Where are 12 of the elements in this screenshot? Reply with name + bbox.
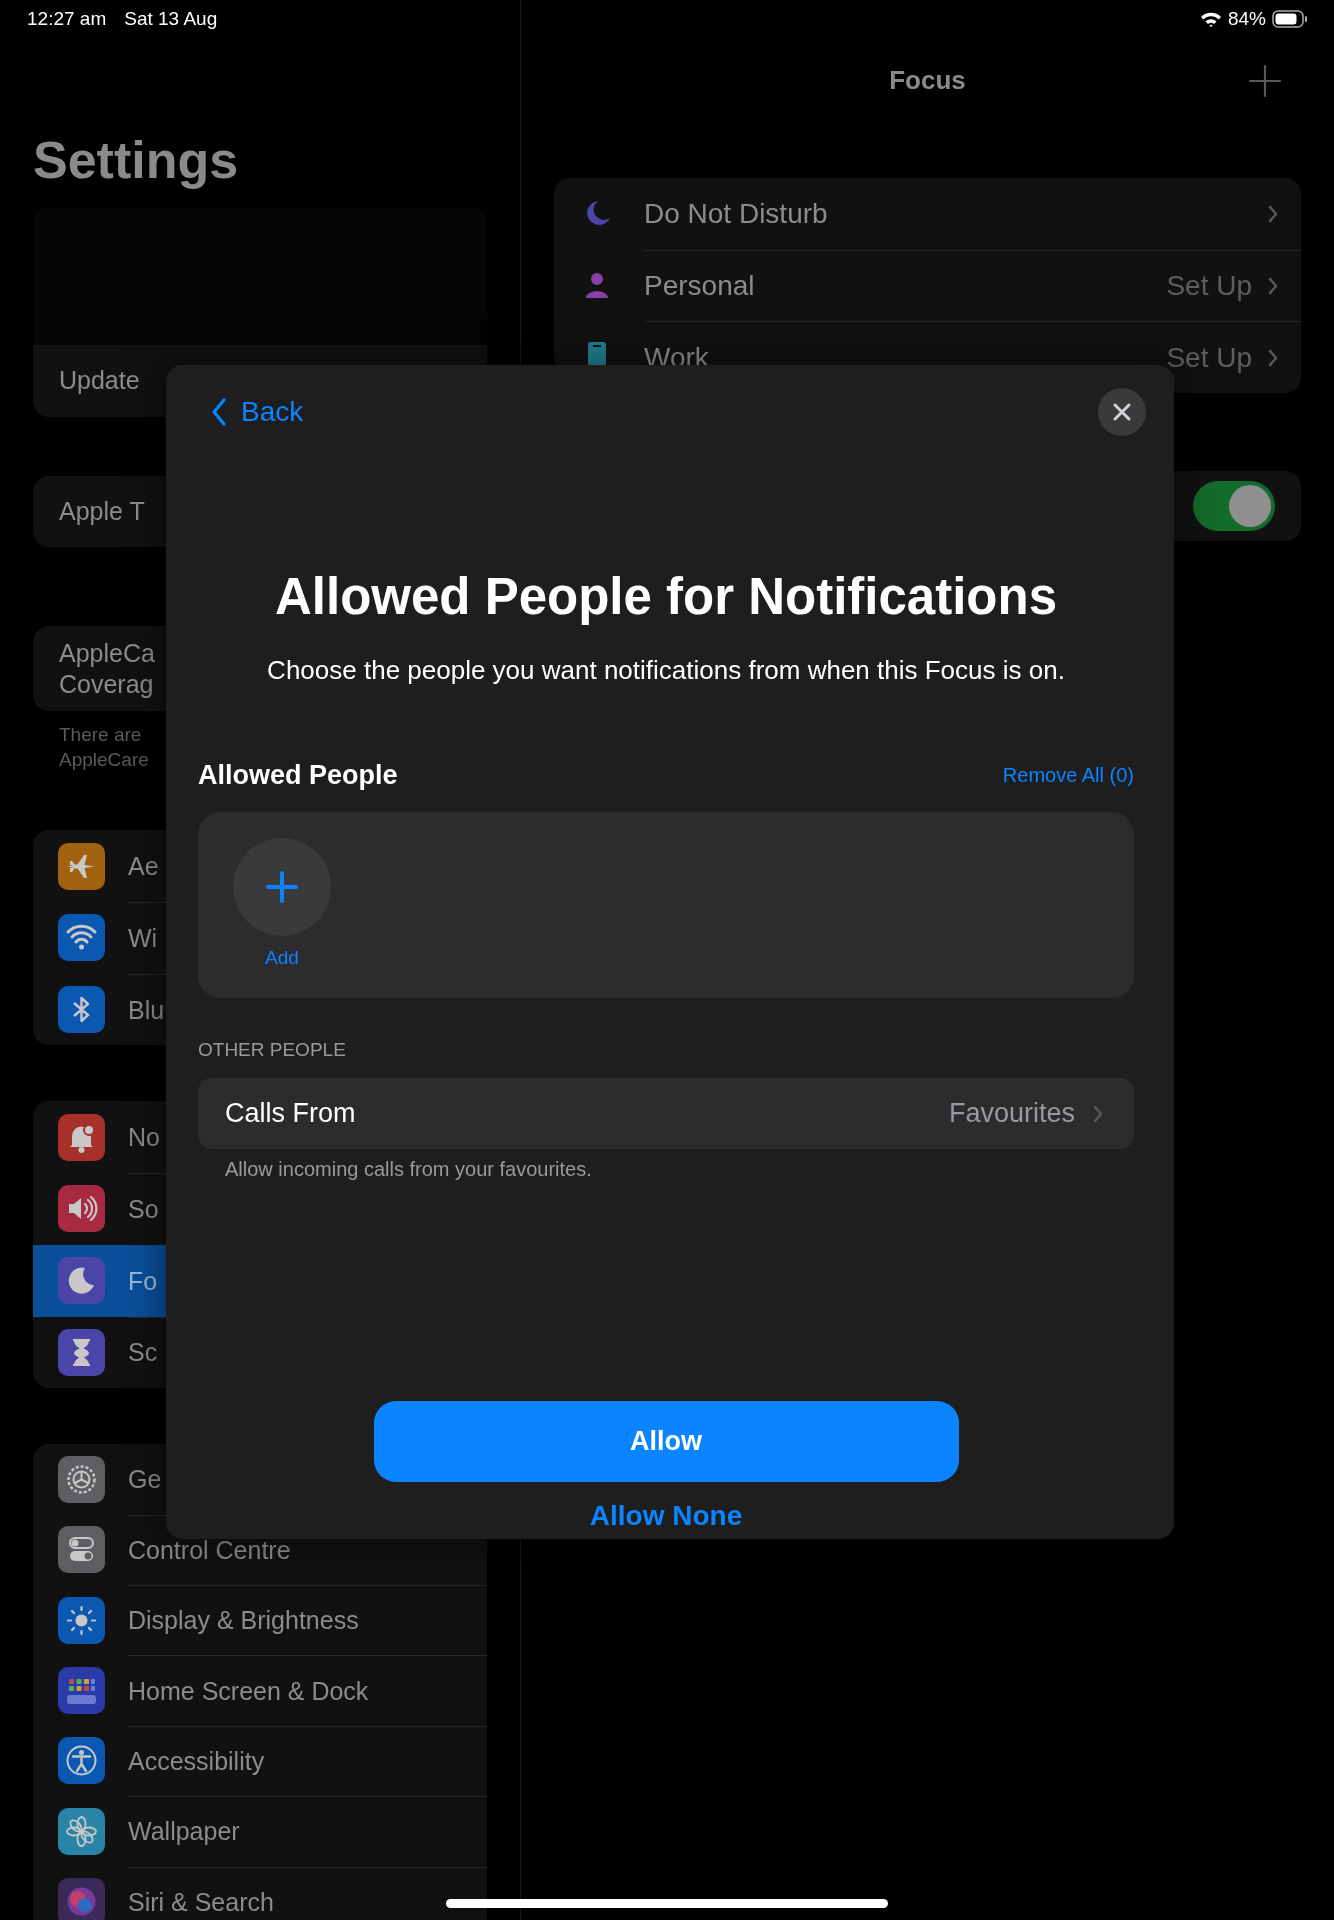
modal-title: Allowed People for Notifications (273, 567, 1059, 627)
section-title: Allowed People (198, 759, 398, 791)
modal-subtitle: Choose the people you want notifications from when this Focus is on. (266, 654, 1066, 686)
settings-title: Settings (33, 130, 240, 191)
add-label: Add (265, 946, 299, 970)
status-date: Sat 13 Aug (124, 8, 218, 30)
status-time: 12:27 am (27, 8, 107, 30)
focus-title: Focus (889, 64, 966, 97)
section-header: OTHER PEOPLE (198, 1038, 347, 1062)
footer-note: There are AppleCare (58, 723, 150, 773)
battery-percent: 84% (1227, 8, 1266, 30)
calls-footer-text: Allow incoming calls from your favourites. (224, 1157, 593, 1181)
